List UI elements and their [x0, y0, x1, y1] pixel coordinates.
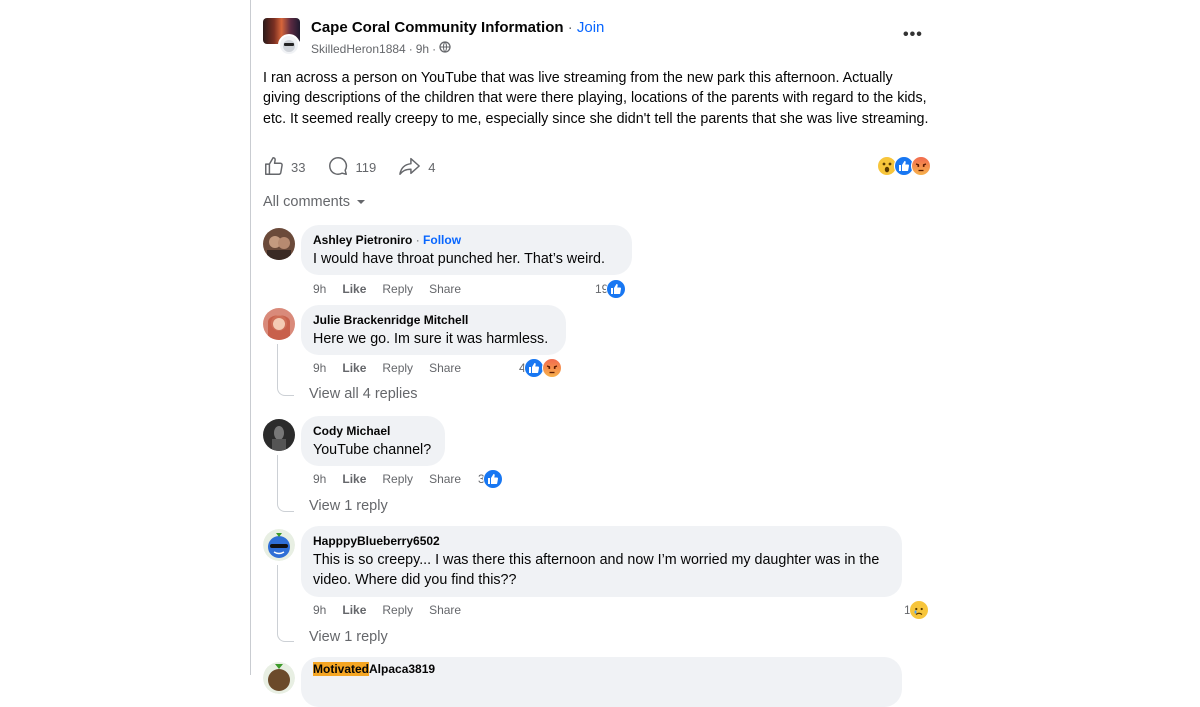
commenter-name[interactable]: Julie Brackenridge Mitchell	[313, 313, 468, 327]
post-card: Cape Coral Community Information · Join …	[263, 0, 935, 707]
comment-like-button[interactable]: Like	[342, 282, 366, 296]
follow-link[interactable]: Follow	[423, 233, 461, 247]
comment-reactions[interactable]: 3	[478, 469, 503, 489]
comment-age[interactable]: 9h	[313, 603, 326, 617]
post-reactions[interactable]	[877, 156, 931, 176]
view-replies-link[interactable]: View all 4 replies	[309, 386, 418, 402]
comment-count: 119	[355, 159, 377, 175]
more-options-button[interactable]: •••	[903, 26, 923, 44]
comment-reactions[interactable]: 4	[519, 358, 562, 378]
view-replies-link[interactable]: View 1 reply	[309, 498, 388, 514]
commenter-name-rest: Alpaca3819	[369, 662, 436, 676]
commenter-avatar[interactable]	[263, 228, 295, 260]
comment-age[interactable]: 9h	[313, 361, 326, 375]
commenter-name[interactable]: HapppyBlueberry6502	[313, 534, 440, 548]
like-reaction-icon	[523, 358, 544, 378]
comment-reply-button[interactable]: Reply	[382, 472, 413, 486]
comment-author: MotivatedAlpaca3819	[313, 662, 890, 676]
comment-reactions[interactable]: 1	[904, 600, 929, 620]
comment-text: This is so creepy... I was there this af…	[313, 552, 880, 588]
meta-dot: ·	[432, 41, 437, 56]
comment-text: YouTube channel?	[313, 442, 432, 458]
comment-reply-button[interactable]: Reply	[382, 603, 413, 617]
comment-like-button[interactable]: Like	[342, 361, 366, 375]
commenter-avatar[interactable]	[263, 529, 295, 561]
group-name-link[interactable]: Cape Coral Community Information	[311, 19, 564, 36]
comment-author: Julie Brackenridge Mitchell	[313, 313, 554, 327]
commenter-name[interactable]: MotivatedAlpaca3819	[313, 662, 435, 676]
author-name[interactable]: SkilledHeron1884	[311, 42, 406, 56]
commenter-avatar[interactable]	[263, 419, 295, 451]
comment-reply-button[interactable]: Reply	[382, 282, 413, 296]
comment-text: Here we go. Im sure it was harmless.	[313, 331, 549, 347]
comment-sort-dropdown[interactable]: All comments	[263, 194, 366, 210]
comment-actions: 9h Like Reply Share	[313, 603, 461, 617]
group-avatar[interactable]	[263, 18, 300, 56]
thumbs-up-icon	[263, 155, 285, 180]
globe-icon	[439, 41, 451, 56]
comment-like-button[interactable]: Like	[342, 472, 366, 486]
comment-action[interactable]: 119	[327, 155, 376, 180]
comment-icon	[327, 155, 349, 180]
post-text: I ran across a person on YouTube that wa…	[263, 70, 929, 127]
comment-age[interactable]: 9h	[313, 282, 326, 296]
comment-reply-button[interactable]: Reply	[382, 361, 413, 375]
join-link[interactable]: Join	[577, 19, 605, 36]
comment-author: Cody Michael	[313, 424, 433, 438]
like-action[interactable]: 33	[263, 155, 305, 180]
meta-dot: ·	[408, 41, 413, 56]
comment-reactions[interactable]: 19	[595, 279, 627, 299]
angry-reaction-icon	[911, 156, 931, 176]
post-header-title: Cape Coral Community Information · Join	[311, 19, 604, 36]
share-count: 4	[428, 159, 436, 175]
comment-actions: 9h Like Reply Share	[313, 472, 461, 486]
comment-share-button[interactable]: Share	[429, 603, 461, 617]
comment-sort-label: All comments	[263, 194, 351, 210]
commenter-name[interactable]: Ashley Pietroniro	[313, 233, 412, 247]
post-meta: SkilledHeron1884 · 9h ·	[311, 41, 451, 56]
comment-actions: 9h Like Reply Share	[313, 361, 461, 375]
like-reaction-icon	[606, 279, 627, 299]
comment-bubble: MotivatedAlpaca3819	[301, 657, 902, 707]
comment-bubble: HapppyBlueberry6502 This is so creepy...…	[301, 526, 902, 597]
comment-share-button[interactable]: Share	[429, 361, 461, 375]
name-separator: ·	[412, 233, 424, 247]
comment-author: Ashley Pietroniro · Follow	[313, 233, 620, 247]
view-replies-link[interactable]: View 1 reply	[309, 629, 388, 645]
feed-left-border	[250, 0, 251, 675]
comment-author: HapppyBlueberry6502	[313, 534, 890, 548]
comment-bubble: Ashley Pietroniro · Follow I would have …	[301, 225, 632, 275]
comment-bubble: Julie Brackenridge Mitchell Here we go. …	[301, 305, 566, 355]
caret-down-icon	[356, 194, 366, 210]
author-avatar[interactable]	[278, 34, 300, 56]
comment-text: I would have throat punched her. That’s …	[313, 251, 605, 267]
post-age[interactable]: 9h	[416, 42, 429, 56]
commenter-avatar[interactable]	[263, 308, 295, 340]
share-icon	[398, 155, 422, 180]
comment-age[interactable]: 9h	[313, 472, 326, 486]
commenter-avatar[interactable]	[263, 662, 295, 694]
comment-share-button[interactable]: Share	[429, 472, 461, 486]
title-separator: ·	[563, 19, 577, 36]
post-actions: 33 119 4	[263, 155, 457, 179]
comment-like-button[interactable]: Like	[342, 603, 366, 617]
angry-reaction-icon	[541, 358, 562, 378]
like-reaction-icon	[482, 469, 503, 489]
like-count: 33	[291, 159, 306, 175]
comment-share-button[interactable]: Share	[429, 282, 461, 296]
sad-reaction-icon	[908, 600, 929, 620]
reply-thread-line	[277, 455, 294, 512]
share-action[interactable]: 4	[398, 155, 435, 180]
commenter-name[interactable]: Cody Michael	[313, 424, 390, 438]
reply-thread-line	[277, 344, 294, 396]
search-highlight: Motivated	[313, 662, 370, 676]
comment-actions: 9h Like Reply Share	[313, 282, 461, 296]
comment-bubble: Cody Michael YouTube channel?	[301, 416, 445, 466]
reply-thread-line	[277, 565, 294, 642]
